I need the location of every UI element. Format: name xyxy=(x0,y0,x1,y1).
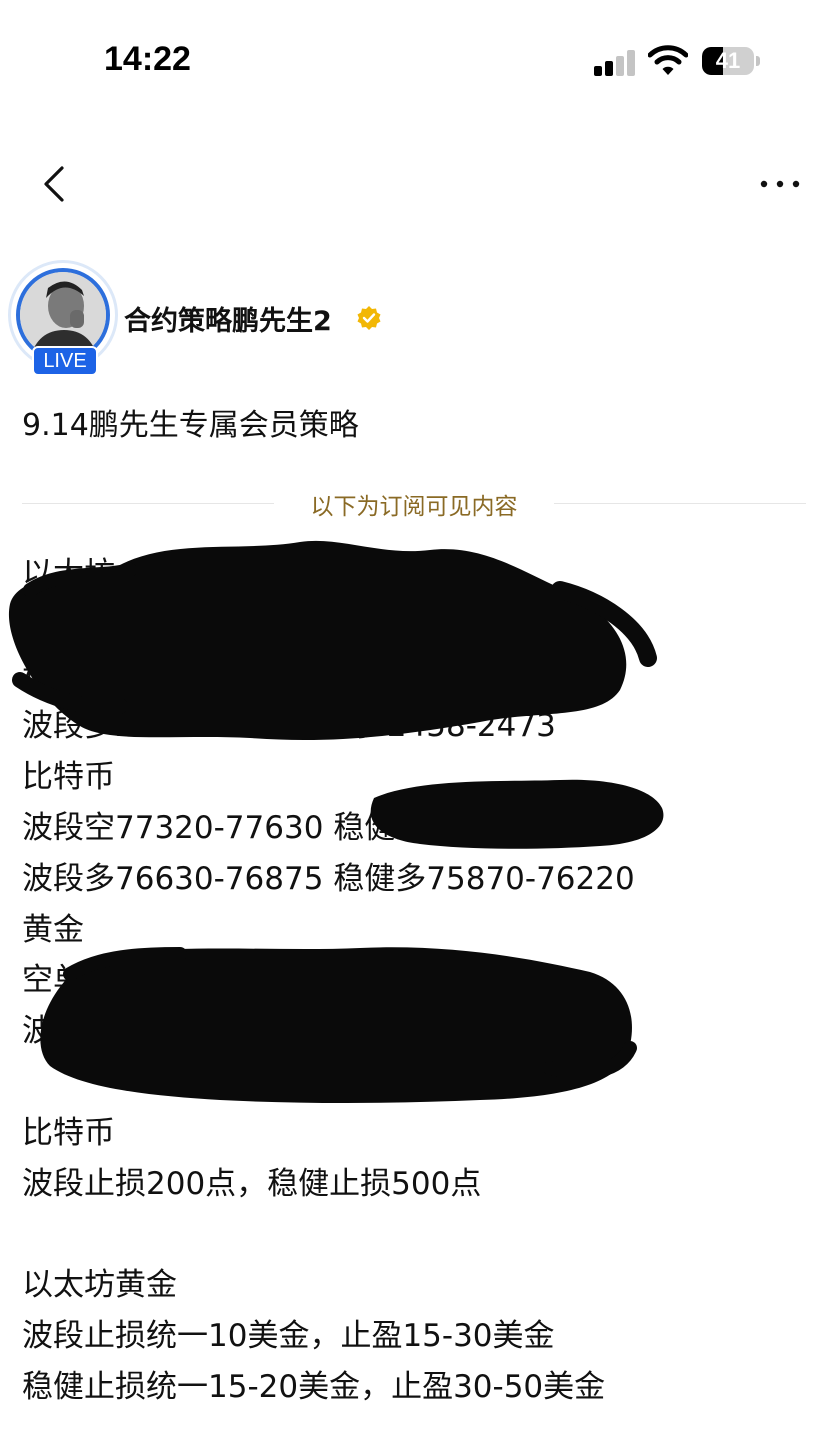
content-line xyxy=(22,1209,635,1260)
content-line: 波段空2518-2533 稳健空2568-2583 xyxy=(22,606,556,643)
content-line: 比特币 xyxy=(22,759,115,796)
more-options-button[interactable] xyxy=(752,160,808,208)
post-title: 9.14鹏先生专属会员策略 xyxy=(22,408,359,443)
battery-icon: 41 xyxy=(702,47,760,77)
content-line: 波段空77320-77630 稳健空78500-78800 xyxy=(22,809,635,846)
content-line: 波段止损200点，稳健止损500点 xyxy=(22,1165,482,1202)
content-line: 稳健空2593-2608 xyxy=(22,657,284,694)
live-badge: LIVE xyxy=(32,346,98,376)
author-avatar[interactable]: LIVE xyxy=(6,258,122,378)
cellular-signal-icon xyxy=(594,50,636,76)
content-line: 以太坊黄金 xyxy=(22,1267,177,1304)
wifi-icon xyxy=(648,45,688,75)
content-line: 黄金 xyxy=(22,911,84,948)
divider-line-right xyxy=(554,503,806,504)
battery-level: 41 xyxy=(715,48,741,73)
content-line: 比特币 xyxy=(22,1114,115,1151)
status-bar: 14:22 41 xyxy=(0,0,828,120)
content-line xyxy=(22,1057,635,1108)
content-line: 波段多2482-2492 稳健多2458-2473 xyxy=(22,708,556,745)
verified-badge-icon xyxy=(357,306,381,330)
content-line: 波段止损统一10美金，止盈15-30美金 xyxy=(22,1317,555,1354)
content-line: 波段多76630-76875 稳健多75870-76220 xyxy=(22,860,635,897)
post-content: 以太坊 波段空2518-2533 稳健空2568-2583 稳健空2593-26… xyxy=(22,549,635,1413)
content-line: 稳健止损统一15-20美金，止盈30-50美金 xyxy=(22,1368,606,1405)
content-line: 波段 xyxy=(22,1013,84,1050)
status-time: 14:22 xyxy=(104,40,191,78)
subscriber-only-divider: 以下为订阅可见内容 xyxy=(310,494,518,520)
content-line: 以太坊 xyxy=(22,556,115,592)
back-button[interactable] xyxy=(34,160,78,208)
author-name[interactable]: 合约策略鹏先生2 xyxy=(124,299,332,338)
content-line: 空单2 xyxy=(22,962,104,999)
